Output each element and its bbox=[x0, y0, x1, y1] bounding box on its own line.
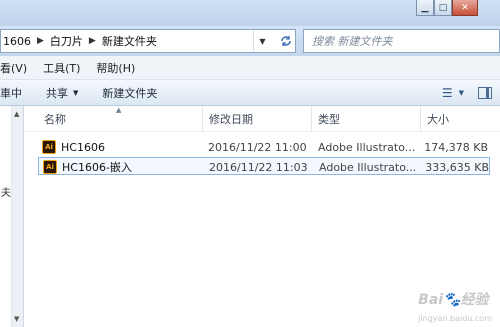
scroll-up-icon[interactable]: ▲ bbox=[14, 110, 19, 118]
breadcrumb-chevron-icon[interactable]: ▶ bbox=[37, 36, 44, 46]
maximize-button[interactable]: □ bbox=[434, 0, 452, 16]
address-dropdown-button[interactable]: ▼ bbox=[253, 30, 271, 52]
column-header-type[interactable]: 类型 bbox=[311, 106, 340, 132]
minimize-button[interactable]: ▁ bbox=[416, 0, 434, 16]
address-row: 1606 ▶ 白刀片 ▶ 新建文件夹 ▼ 搜索 新建文件夹 bbox=[0, 26, 500, 56]
search-input[interactable]: 搜索 新建文件夹 bbox=[303, 29, 500, 53]
view-controls: ☰ ▼ bbox=[434, 80, 500, 106]
file-list: ▲ 名称 修改日期 类型 大小 Ai HC1606 2016/11/22 11:… bbox=[24, 106, 500, 327]
command-bar: 車中 共享 ▼ 新建文件夹 ☰ ▼ bbox=[0, 80, 500, 106]
paw-icon: 🐾 bbox=[443, 292, 461, 308]
column-header-name[interactable]: 名称 bbox=[38, 106, 66, 132]
chevron-down-icon: ▼ bbox=[458, 89, 464, 97]
breadcrumb: 1606 ▶ 白刀片 ▶ 新建文件夹 bbox=[1, 33, 157, 49]
window-controls: ▁ □ ✕ bbox=[416, 0, 478, 16]
close-button[interactable]: ✕ bbox=[452, 0, 478, 16]
new-folder-button[interactable]: 新建文件夹 bbox=[90, 85, 169, 101]
close-icon: ✕ bbox=[461, 2, 469, 13]
watermark-url: jingyan.baidu.com bbox=[418, 314, 492, 323]
minimize-icon: ▁ bbox=[421, 2, 429, 13]
watermark-suffix: 经验 bbox=[460, 292, 489, 308]
file-name: HC1606-嵌入 bbox=[62, 161, 132, 174]
menu-item-view[interactable]: 看(V) bbox=[0, 60, 35, 76]
refresh-icon bbox=[281, 36, 291, 46]
file-size: 333,635 KB bbox=[425, 160, 489, 174]
file-type: Adobe Illustrato... bbox=[319, 160, 417, 174]
nav-item-fragment[interactable]: 夫 bbox=[1, 184, 11, 199]
new-folder-label: 新建文件夹 bbox=[102, 86, 158, 100]
address-bar[interactable]: 1606 ▶ 白刀片 ▶ 新建文件夹 ▼ bbox=[0, 29, 296, 53]
details-view-icon: ☰ bbox=[441, 86, 453, 100]
file-type: Adobe Illustrato... bbox=[318, 140, 416, 154]
breadcrumb-chevron-icon[interactable]: ▶ bbox=[89, 36, 96, 46]
menu-bar: 看(V) 工具(T) 帮助(H) bbox=[0, 56, 500, 80]
sort-ascending-icon: ▲ bbox=[116, 106, 122, 114]
include-label: 車中 bbox=[0, 86, 22, 100]
ai-file-icon: Ai bbox=[43, 160, 57, 174]
refresh-button[interactable] bbox=[275, 30, 297, 52]
baidu-watermark: Bai🐾经验 jingyan.baidu.com bbox=[418, 289, 492, 325]
navigation-scrollbar[interactable]: ▲ ▼ bbox=[12, 106, 24, 327]
file-size: 174,378 KB bbox=[424, 140, 488, 154]
share-button[interactable]: 共享 ▼ bbox=[34, 85, 90, 101]
column-header-row: ▲ 名称 修改日期 类型 大小 bbox=[24, 106, 500, 132]
column-header-date[interactable]: 修改日期 bbox=[202, 106, 253, 132]
view-options-button[interactable]: ▼ bbox=[459, 83, 464, 103]
file-date: 2016/11/22 11:00 bbox=[208, 140, 307, 154]
menu-item-help[interactable]: 帮助(H) bbox=[88, 60, 143, 76]
file-name-cell: Ai HC1606-嵌入 bbox=[43, 158, 132, 176]
breadcrumb-item-parent[interactable]: 白刀片 bbox=[50, 33, 83, 49]
column-header-size[interactable]: 大小 bbox=[420, 106, 449, 132]
preview-pane-button[interactable] bbox=[478, 83, 492, 103]
breadcrumb-item-current[interactable]: 新建文件夹 bbox=[102, 33, 157, 49]
navigation-pane[interactable]: 夫 bbox=[0, 106, 12, 327]
breadcrumb-item-root[interactable]: 1606 bbox=[3, 35, 31, 48]
chevron-down-icon: ▼ bbox=[259, 36, 266, 46]
menu-item-tools[interactable]: 工具(T) bbox=[35, 60, 88, 76]
share-label: 共享 bbox=[46, 86, 68, 100]
change-view-button[interactable]: ☰ bbox=[442, 83, 453, 103]
chevron-down-icon: ▼ bbox=[73, 88, 79, 97]
maximize-icon: □ bbox=[438, 2, 448, 13]
file-date: 2016/11/22 11:03 bbox=[209, 160, 308, 174]
include-in-library-button[interactable]: 車中 bbox=[0, 85, 34, 101]
file-name-cell: Ai HC1606 bbox=[42, 138, 105, 156]
preview-pane-icon bbox=[478, 87, 492, 99]
file-row-selected[interactable]: Ai HC1606-嵌入 2016/11/22 11:03 Adobe Illu… bbox=[38, 157, 490, 175]
watermark-brand: Bai bbox=[418, 292, 444, 308]
file-row[interactable]: Ai HC1606 2016/11/22 11:00 Adobe Illustr… bbox=[38, 138, 490, 156]
ai-file-icon: Ai bbox=[42, 140, 56, 154]
search-placeholder: 搜索 新建文件夹 bbox=[312, 35, 393, 48]
window-title-bar: ▁ □ ✕ bbox=[0, 0, 500, 26]
file-name: HC1606 bbox=[61, 140, 105, 154]
scroll-down-icon[interactable]: ▼ bbox=[14, 315, 19, 323]
